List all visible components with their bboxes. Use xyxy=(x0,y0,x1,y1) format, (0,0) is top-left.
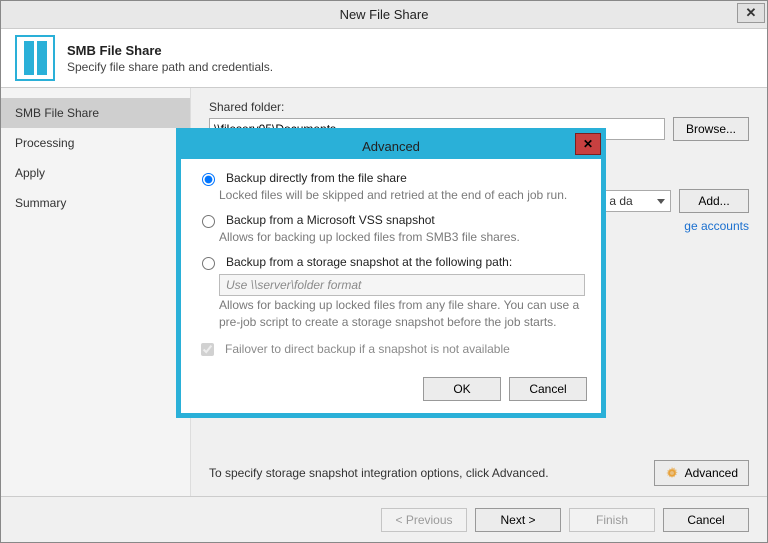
wizard-header: SMB File Share Specify file share path a… xyxy=(1,29,767,88)
page-title: SMB File Share xyxy=(67,43,273,58)
step-processing[interactable]: Processing xyxy=(1,128,190,158)
browse-button[interactable]: Browse... xyxy=(673,117,749,141)
failover-label: Failover to direct backup if a snapshot … xyxy=(225,342,510,356)
gear-icon xyxy=(665,466,679,480)
radio-direct-backup[interactable] xyxy=(202,173,215,186)
dialog-close-button[interactable]: ✕ xyxy=(575,133,601,155)
share-icon xyxy=(15,35,55,81)
wizard-steps: SMB File Share Processing Apply Summary xyxy=(1,88,191,496)
advanced-dialog: Advanced ✕ Backup directly from the file… xyxy=(176,128,606,418)
radio-storage-snapshot[interactable] xyxy=(202,257,215,270)
option-vss-snapshot: Backup from a Microsoft VSS snapshot All… xyxy=(197,213,585,245)
cancel-button[interactable]: Cancel xyxy=(663,508,749,532)
add-button[interactable]: Add... xyxy=(679,189,749,213)
step-apply[interactable]: Apply xyxy=(1,158,190,188)
advanced-button[interactable]: Advanced xyxy=(654,460,749,486)
dialog-ok-button[interactable]: OK xyxy=(423,377,501,401)
failover-checkbox-row: Failover to direct backup if a snapshot … xyxy=(197,340,585,359)
page-subtitle: Specify file share path and credentials. xyxy=(67,60,273,74)
titlebar: New File Share ✕ xyxy=(1,1,767,29)
previous-button: < Previous xyxy=(381,508,467,532)
dialog-cancel-button[interactable]: Cancel xyxy=(509,377,587,401)
manage-accounts-link[interactable]: ge accounts xyxy=(684,219,749,233)
wizard-window: New File Share ✕ SMB File Share Specify … xyxy=(0,0,768,543)
finish-button: Finish xyxy=(569,508,655,532)
step-summary[interactable]: Summary xyxy=(1,188,190,218)
failover-checkbox xyxy=(201,343,214,356)
close-icon: ✕ xyxy=(746,5,757,21)
option-storage-snapshot: Backup from a storage snapshot at the fo… xyxy=(197,255,585,329)
window-close-button[interactable]: ✕ xyxy=(737,3,765,23)
advanced-hint: To specify storage snapshot integration … xyxy=(209,466,549,480)
wizard-footer: < Previous Next > Finish Cancel xyxy=(1,496,767,542)
shared-folder-label: Shared folder: xyxy=(209,100,749,114)
option-storage-snapshot-desc: Allows for backing up locked files from … xyxy=(219,297,585,329)
step-smb-file-share[interactable]: SMB File Share xyxy=(1,98,190,128)
close-icon: ✕ xyxy=(583,137,593,151)
dialog-titlebar: Advanced ✕ xyxy=(181,133,601,159)
window-title: New File Share xyxy=(340,7,429,22)
option-direct-backup-desc: Locked files will be skipped and retried… xyxy=(219,187,585,203)
option-vss-snapshot-desc: Allows for backing up locked files from … xyxy=(219,229,585,245)
next-button[interactable]: Next > xyxy=(475,508,561,532)
snapshot-path-input: Use \\server\folder format xyxy=(219,274,585,296)
dialog-title: Advanced xyxy=(362,139,420,154)
option-direct-backup: Backup directly from the file share Lock… xyxy=(197,171,585,203)
radio-vss-snapshot[interactable] xyxy=(202,215,215,228)
